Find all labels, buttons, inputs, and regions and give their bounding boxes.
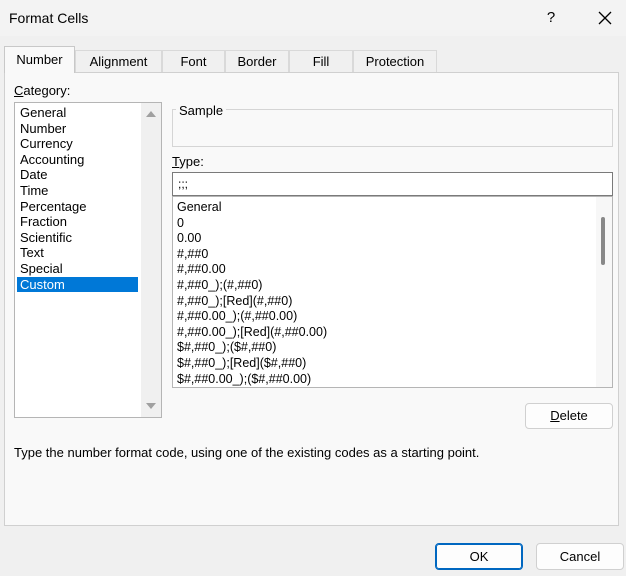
format-item[interactable]: #,##0_);[Red](#,##0): [177, 294, 292, 310]
type-label: Type:: [172, 154, 204, 169]
format-item[interactable]: #,##0: [177, 247, 208, 263]
format-item[interactable]: 0: [177, 216, 184, 232]
scroll-up-arrow-icon[interactable]: [146, 111, 156, 117]
sample-label: Sample: [176, 103, 227, 118]
category-list[interactable]: General Number Currency Accounting Date …: [14, 102, 162, 418]
format-item[interactable]: #,##0.00_);[Red](#,##0.00): [177, 325, 327, 341]
format-list-scrollbar[interactable]: [596, 197, 612, 387]
type-input[interactable]: ;;;: [172, 172, 613, 196]
category-item-accounting[interactable]: Accounting: [17, 152, 138, 168]
format-item[interactable]: $#,##0_);($#,##0): [177, 340, 276, 356]
tab-fill[interactable]: Fill: [289, 50, 353, 72]
category-item-fraction[interactable]: Fraction: [17, 214, 138, 230]
help-button[interactable]: ?: [537, 4, 565, 32]
cancel-button[interactable]: Cancel: [536, 543, 624, 570]
delete-button[interactable]: Delete: [525, 403, 613, 429]
tab-font[interactable]: Font: [162, 50, 225, 72]
hint-text: Type the number format code, using one o…: [14, 445, 480, 460]
dialog-title: Format Cells: [9, 10, 89, 26]
tab-alignment[interactable]: Alignment: [75, 50, 162, 72]
format-item[interactable]: #,##0.00_);(#,##0.00): [177, 309, 297, 325]
category-item-special[interactable]: Special: [17, 261, 138, 277]
category-label: Category:: [14, 83, 71, 98]
category-item-custom[interactable]: Custom: [17, 276, 138, 293]
tab-number[interactable]: Number: [4, 46, 75, 73]
format-item[interactable]: #,##0.00: [177, 262, 226, 278]
tab-protection[interactable]: Protection: [353, 50, 437, 72]
category-item-general[interactable]: General: [17, 105, 138, 121]
format-code-list[interactable]: General 0 0.00 #,##0 #,##0.00 #,##0_);(#…: [172, 196, 613, 388]
category-item-percentage[interactable]: Percentage: [17, 199, 138, 215]
format-item[interactable]: General: [177, 200, 221, 216]
format-item[interactable]: $#,##0_);[Red]($#,##0): [177, 356, 306, 372]
format-item[interactable]: #,##0_);(#,##0): [177, 278, 262, 294]
close-button[interactable]: [591, 4, 619, 32]
format-item[interactable]: $#,##0.00_);($#,##0.00): [177, 372, 311, 387]
category-scrollbar[interactable]: [141, 103, 161, 417]
close-icon: [598, 11, 612, 25]
category-item-number[interactable]: Number: [17, 121, 138, 137]
scroll-down-arrow-icon[interactable]: [146, 403, 156, 409]
ok-button[interactable]: OK: [435, 543, 523, 570]
category-item-currency[interactable]: Currency: [17, 136, 138, 152]
category-item-text[interactable]: Text: [17, 245, 138, 261]
sample-box: [172, 109, 613, 147]
category-item-scientific[interactable]: Scientific: [17, 230, 138, 246]
format-item[interactable]: 0.00: [177, 231, 201, 247]
category-item-time[interactable]: Time: [17, 183, 138, 199]
category-item-date[interactable]: Date: [17, 167, 138, 183]
title-bar: Format Cells ?: [0, 0, 626, 36]
tab-border[interactable]: Border: [225, 50, 289, 72]
scrollbar-thumb[interactable]: [601, 217, 605, 265]
